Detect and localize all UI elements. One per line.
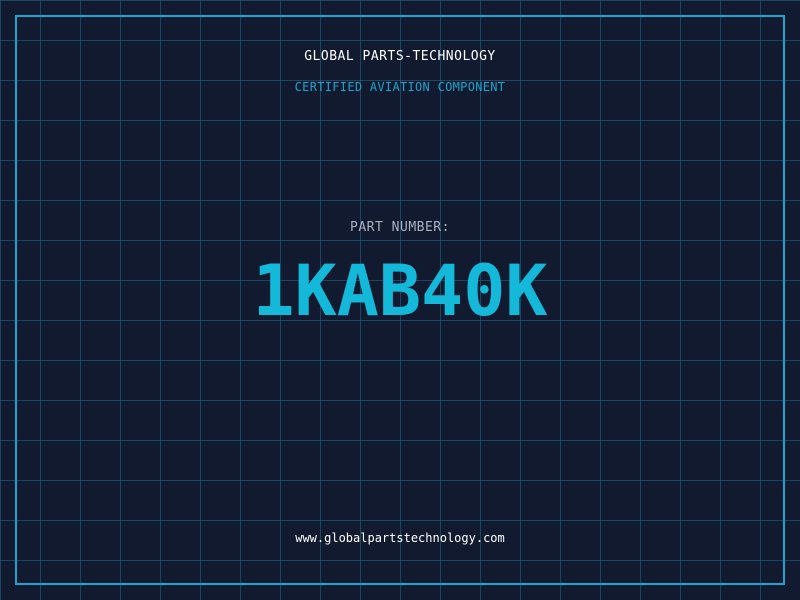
certification-tagline: CERTIFIED AVIATION COMPONENT [294, 80, 506, 94]
part-label-card: GLOBAL PARTS-TECHNOLOGY CERTIFIED AVIATI… [0, 0, 800, 600]
website-url: www.globalpartstechnology.com [295, 531, 505, 545]
part-number-value: 1KAB40K [252, 250, 548, 332]
company-name: GLOBAL PARTS-TECHNOLOGY [304, 49, 496, 64]
part-number-label: PART NUMBER: [350, 220, 450, 235]
